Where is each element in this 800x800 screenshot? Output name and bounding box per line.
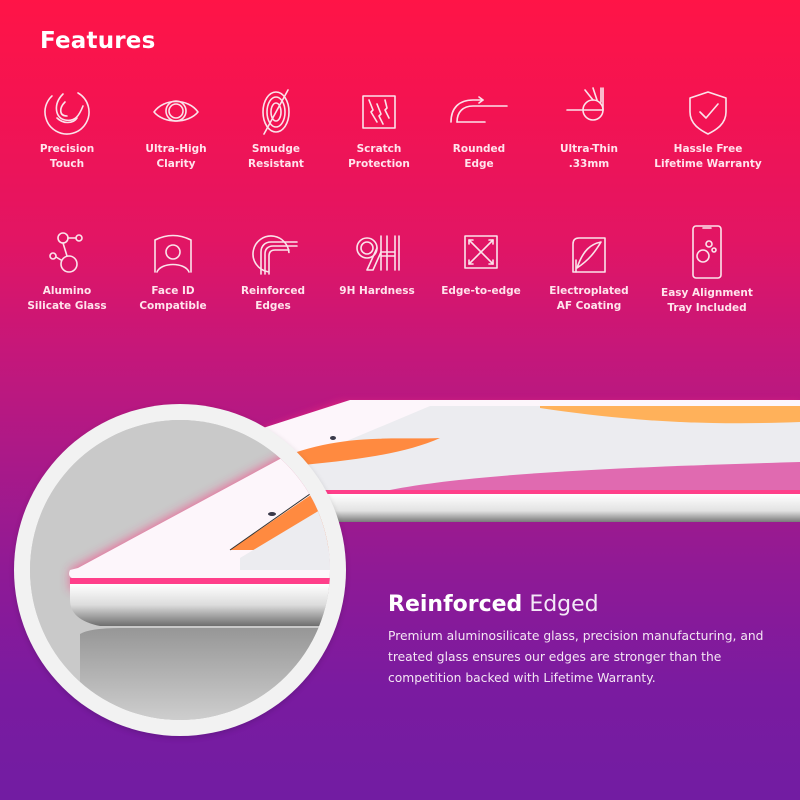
alignment-tray-icon — [683, 225, 731, 280]
feature-af-coating: Electroplated AF Coating — [524, 230, 654, 314]
scratch-icon — [355, 88, 403, 136]
feature-lifetime-warranty: Hassle Free Lifetime Warranty — [643, 88, 773, 172]
rounded-edge-icon — [450, 88, 508, 136]
face-id-icon — [149, 230, 197, 278]
magnifier-closeup — [14, 404, 346, 736]
af-coating-icon — [565, 230, 613, 278]
info-heading-light: Edged — [529, 592, 599, 617]
fingerprint-icon — [252, 88, 300, 136]
feature-label: Easy Alignment Tray Included — [661, 287, 753, 314]
feature-label: Ultra-Thin .33mm — [560, 143, 618, 170]
precision-touch-icon — [43, 88, 91, 136]
feature-label: Electroplated AF Coating — [549, 285, 629, 312]
ultra-thin-icon — [565, 87, 613, 136]
eye-icon — [152, 88, 200, 136]
info-heading: Reinforced Edged — [388, 590, 788, 620]
info-section: Reinforced Edged Premium aluminosilicate… — [388, 590, 788, 689]
info-body: Premium aluminosilicate glass, precision… — [388, 629, 764, 685]
reinforced-edges-icon — [249, 230, 298, 278]
edge-to-edge-icon — [457, 230, 505, 278]
features-title: Features — [40, 28, 156, 54]
shield-check-icon — [684, 88, 732, 136]
molecule-icon — [43, 230, 91, 278]
9h-icon — [353, 230, 401, 278]
feature-label: Hassle Free Lifetime Warranty — [654, 143, 762, 170]
info-heading-bold: Reinforced — [388, 592, 523, 617]
feature-ultra-thin: Ultra-Thin .33mm — [524, 87, 654, 172]
feature-alignment-tray: Easy Alignment Tray Included — [642, 225, 772, 316]
